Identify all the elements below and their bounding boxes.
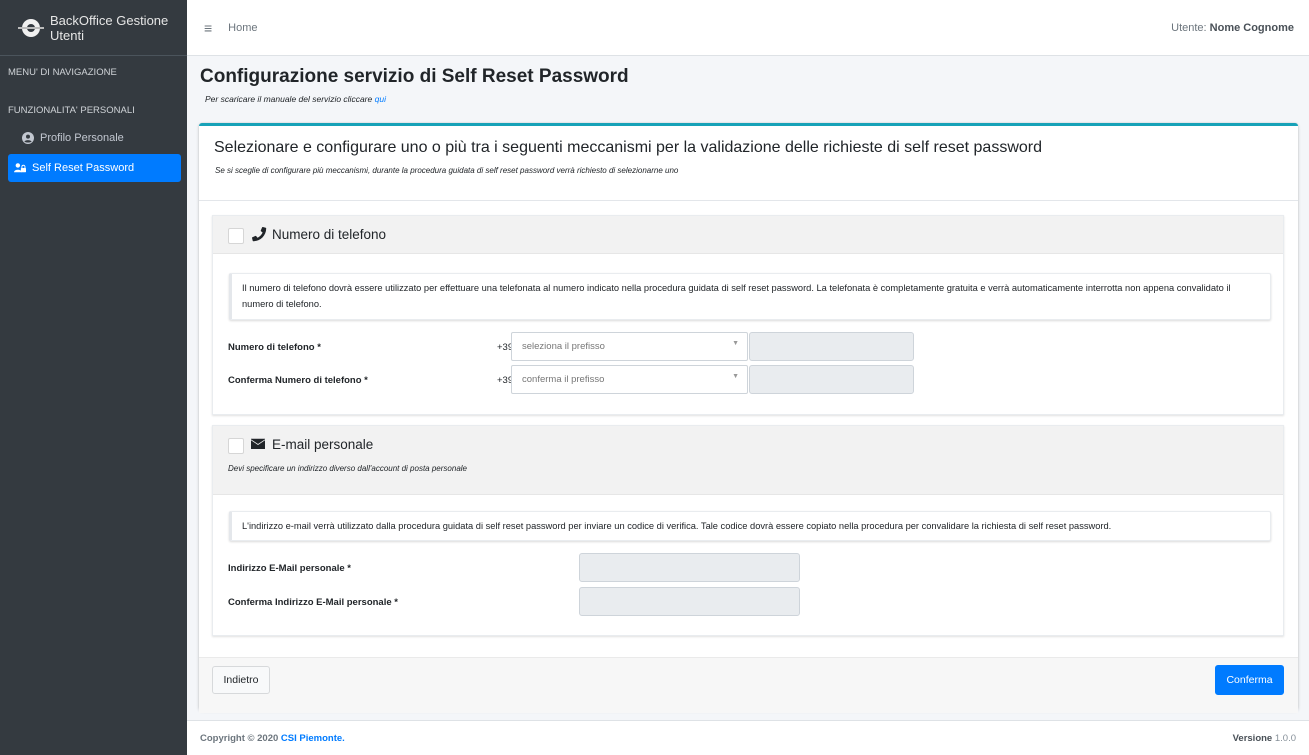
phone-section-title: Numero di telefono [272, 227, 387, 242]
email-checkbox[interactable] [228, 438, 244, 454]
chevron-down-icon: ▼ [732, 340, 739, 347]
card-description: Se si sceglie di configurare più meccani… [215, 166, 679, 175]
user-info: Utente: Nome Cognome [1171, 22, 1294, 34]
envelope-icon [251, 437, 265, 454]
sidebar-item-self-reset-password[interactable]: Self Reset Password [8, 154, 181, 182]
phone-icon [251, 226, 267, 246]
email-confirm-label: Conferma Indirizzo E-Mail personale * [228, 597, 398, 608]
version-info: Versione 1.0.0 [1233, 733, 1296, 744]
config-card: Selezionare e configurare uno o più tra … [199, 123, 1298, 713]
phone-number-label: Numero di telefono * [228, 342, 321, 353]
brand-title: BackOffice Gestione Utenti [50, 12, 169, 43]
home-link[interactable]: Home [228, 22, 257, 34]
email-label: Indirizzo E-Mail personale * [228, 563, 351, 574]
page-footer: Copyright © 2020 CSI Piemonte. Versione … [187, 720, 1309, 755]
copyright-text: Copyright © 2020 [200, 732, 279, 744]
version-value: 1.0.0 [1274, 732, 1296, 744]
chevron-down-icon: ▼ [732, 373, 739, 380]
org-link[interactable]: CSI Piemonte. [281, 733, 345, 744]
phone-prefix-select-placeholder: seleziona il prefisso [522, 341, 605, 352]
user-lock-icon [14, 162, 26, 174]
version-label: Versione [1232, 732, 1273, 744]
phone-confirm-label: Conferma Numero di telefono * [228, 375, 368, 386]
email-input[interactable] [579, 553, 800, 582]
menu-toggle-icon[interactable]: ≡ [204, 20, 212, 36]
email-section-note: Devi specificare un indirizzo diverso da… [228, 464, 467, 473]
phone-confirm-prefix-select[interactable]: conferma il prefisso ▼ [511, 365, 748, 394]
nav-section-header: FUNZIONALITA' PERSONALI [8, 105, 135, 116]
phone-section: Numero di telefono Il numero di telefono… [212, 215, 1284, 415]
sidebar-item-label: Profilo Personale [40, 132, 124, 144]
card-header: Selezionare e configurare uno o più tra … [199, 126, 1298, 201]
phone-prefix-select[interactable]: seleziona il prefisso ▼ [511, 332, 748, 361]
back-button[interactable]: Indietro [212, 666, 270, 694]
page-title: Configurazione servizio di Self Reset Pa… [200, 66, 629, 87]
phone-number-input[interactable] [749, 332, 914, 361]
card-footer: Indietro Conferma [199, 657, 1298, 713]
email-section-title: E-mail personale [272, 437, 374, 452]
main-content: Configurazione servizio di Self Reset Pa… [187, 56, 1309, 720]
email-info-callout: L'indirizzo e-mail verrà utilizzato dall… [229, 511, 1271, 541]
phone-confirm-prefix-select-placeholder: conferma il prefisso [522, 374, 605, 385]
phone-checkbox[interactable] [228, 228, 244, 244]
card-title: Selezionare e configurare uno o più tra … [214, 139, 1042, 156]
confirm-button[interactable]: Conferma [1215, 665, 1284, 695]
user-name: Nome Cognome [1209, 21, 1294, 34]
manual-download-link[interactable]: qui [375, 94, 386, 104]
email-confirm-input[interactable] [579, 587, 800, 616]
phone-info-callout: Il numero di telefono dovrà essere utili… [229, 273, 1271, 320]
sidebar: BackOffice Gestione Utenti MENU' DI NAVI… [0, 0, 187, 755]
email-section-header: E-mail personale Devi specificare un ind… [213, 426, 1283, 495]
user-circle-icon [22, 132, 34, 144]
email-section: E-mail personale Devi specificare un ind… [212, 425, 1284, 636]
brand-logo-icon [18, 18, 44, 37]
manual-text: Per scaricare il manuale del servizio cl… [205, 94, 373, 104]
sidebar-item-profilo-personale[interactable]: Profilo Personale [8, 124, 181, 152]
brand-link[interactable]: BackOffice Gestione Utenti [0, 0, 187, 56]
sidebar-item-label: Self Reset Password [32, 162, 135, 174]
phone-confirm-input[interactable] [749, 365, 914, 394]
nav-header: MENU' DI NAVIGAZIONE [8, 67, 117, 78]
page-subtitle: Per scaricare il manuale del servizio cl… [205, 94, 386, 104]
phone-section-header: Numero di telefono [213, 216, 1283, 254]
user-prefix: Utente: [1171, 21, 1207, 34]
top-navbar: ≡ Home Utente: Nome Cognome [187, 0, 1309, 56]
